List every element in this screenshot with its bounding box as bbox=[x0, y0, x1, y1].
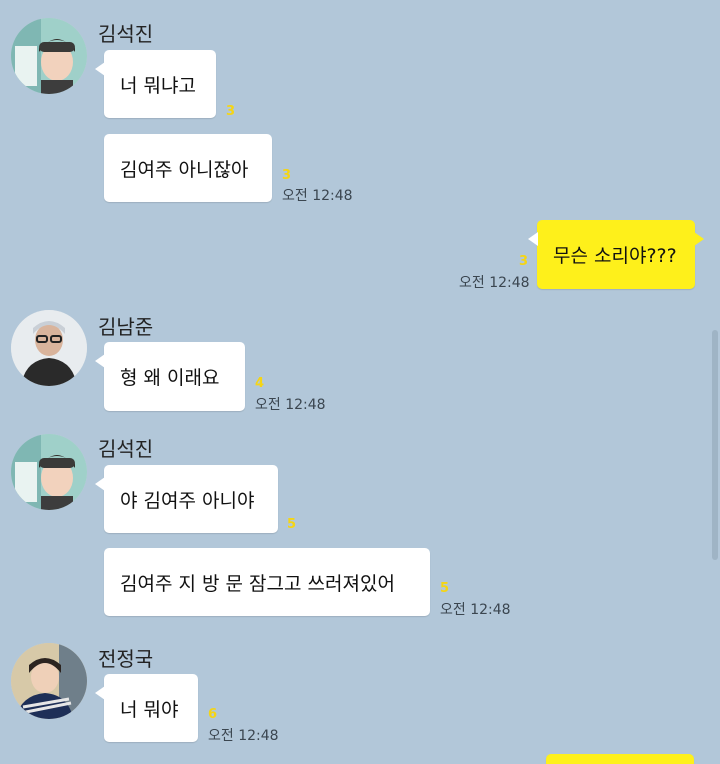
message-time: 오전 12:48 bbox=[459, 275, 530, 291]
message-bubble[interactable]: 너 뭐냐고 bbox=[95, 50, 216, 118]
sender-name-namjoon: 김남준 bbox=[98, 315, 154, 339]
message-bubble[interactable]: 야 김여주 아니야 bbox=[95, 465, 278, 533]
sender-name-jungkook: 전정국 bbox=[98, 647, 154, 671]
avatar-jin-image bbox=[11, 434, 87, 510]
sender-name-jin: 김석진 bbox=[98, 22, 154, 46]
message-text: 무슨 소리야??? bbox=[553, 245, 677, 267]
message-text: 너 뭐냐고 bbox=[120, 74, 196, 97]
avatar-jin-image bbox=[11, 18, 87, 94]
my-message-bubble[interactable]: 무슨 소리야??? bbox=[528, 220, 704, 289]
my-message-bubble-partial[interactable] bbox=[546, 754, 694, 764]
message-text: 형 왜 이래요 bbox=[120, 367, 220, 389]
unread-count: 5 bbox=[440, 581, 450, 596]
message-bubble[interactable]: 형 왜 이래요 bbox=[95, 342, 245, 411]
unread-count: 6 bbox=[208, 707, 218, 722]
avatar-jin[interactable] bbox=[11, 434, 87, 510]
unread-count: 3 bbox=[226, 104, 236, 119]
message-bubble[interactable]: 김여주 아니잖아 bbox=[104, 134, 272, 202]
unread-count: 4 bbox=[255, 376, 265, 391]
message-time: 오전 12:48 bbox=[208, 728, 279, 744]
unread-count: 5 bbox=[287, 517, 297, 532]
message-time: 오전 12:48 bbox=[255, 397, 326, 413]
unread-count: 3 bbox=[519, 254, 529, 269]
sender-name-jin: 김석진 bbox=[98, 437, 154, 461]
message-time: 오전 12:48 bbox=[282, 188, 353, 204]
avatar-namjoon[interactable] bbox=[11, 310, 87, 386]
message-bubble[interactable]: 너 뭐야 bbox=[95, 674, 198, 742]
avatar-namjoon-image bbox=[11, 310, 87, 386]
message-text: 김여주 아니잖아 bbox=[120, 158, 249, 181]
unread-count: 3 bbox=[282, 168, 292, 183]
message-text: 김여주 지 방 문 잠그고 쓰러져있어 bbox=[120, 572, 395, 595]
avatar-jungkook[interactable] bbox=[11, 643, 87, 719]
message-time: 오전 12:48 bbox=[440, 602, 511, 618]
message-text: 너 뭐야 bbox=[120, 698, 179, 721]
avatar-jungkook-image bbox=[11, 643, 87, 719]
message-text: 야 김여주 아니야 bbox=[120, 489, 255, 512]
chat-scrollbar[interactable] bbox=[712, 330, 718, 560]
avatar-jin[interactable] bbox=[11, 18, 87, 94]
message-bubble[interactable]: 김여주 지 방 문 잠그고 쓰러져있어 bbox=[104, 548, 430, 616]
